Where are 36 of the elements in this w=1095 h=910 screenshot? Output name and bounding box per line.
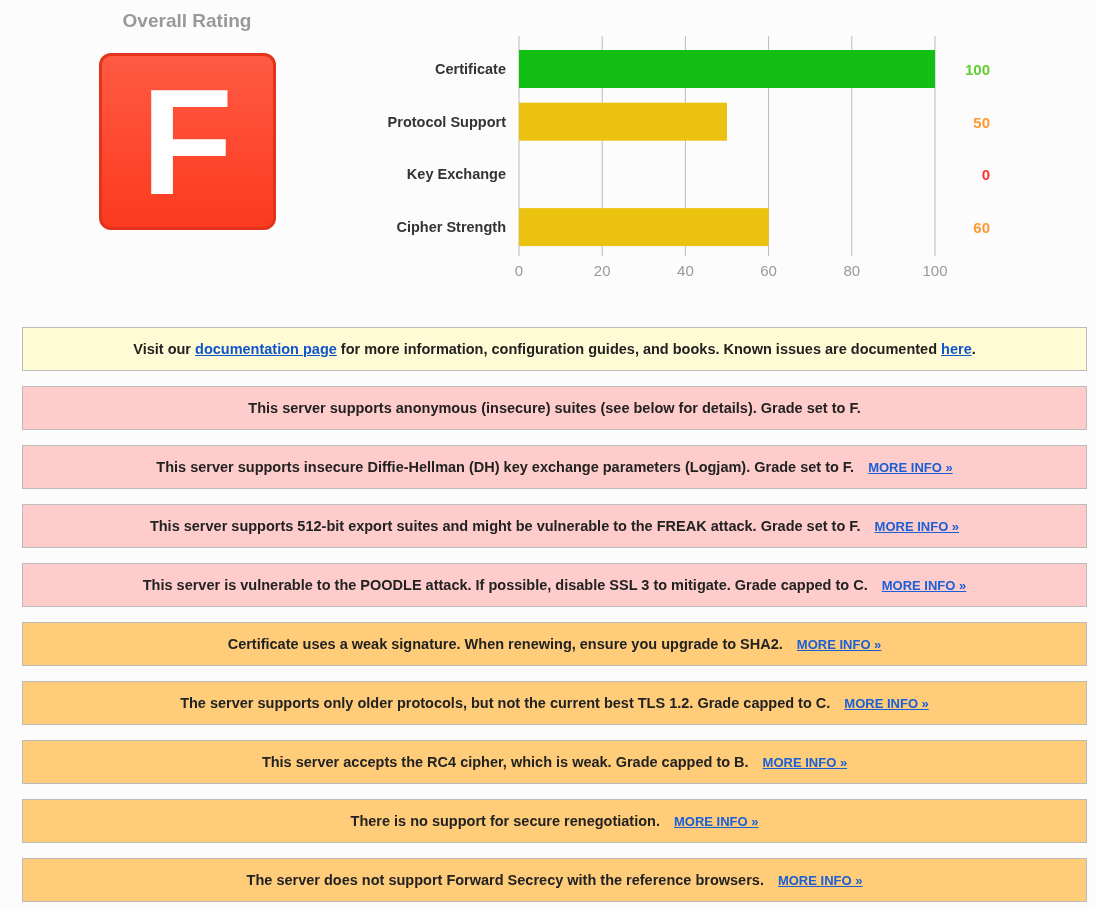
category-label: Protocol Support (387, 113, 506, 130)
more-info-link[interactable]: MORE INFO » (673, 813, 759, 829)
more-info-link[interactable]: MORE INFO » (874, 518, 960, 534)
tick-label: 60 (760, 262, 777, 279)
rating-title: Overall Rating (122, 10, 252, 32)
more-info-link[interactable]: MORE INFO » (762, 754, 848, 770)
category-label: Key Exchange (406, 166, 506, 183)
link[interactable]: documentation page (195, 341, 337, 357)
link[interactable]: here (941, 341, 972, 357)
notice-text: Certificate uses a weak signature. When renewing, ensure you upgrade to SHA2. (227, 636, 783, 652)
tick-label: 80 (843, 262, 861, 279)
score-value: 100 (964, 61, 990, 78)
grade-badge: F (98, 53, 276, 230)
score-value: 60 (973, 219, 990, 237)
score-value: 0 (981, 166, 990, 184)
more-info-link[interactable]: MORE INFO » (844, 695, 929, 711)
tick-label: 20 (593, 262, 611, 279)
score-value: 50 (973, 113, 990, 131)
more-info-link[interactable]: MORE INFO » (796, 636, 882, 652)
more-info-link[interactable]: MORE INFO » (881, 577, 967, 593)
notice-text: This server supports insecure Diffie-Hellman (DH) key exchange parameters (Logjam). Grade set to F. (156, 459, 855, 475)
notice-text: Visit our documentation page for more information, configuration guides, and books. Known issues are documented here. (133, 341, 976, 357)
notice-text: The server does not support Forward Secrecy with the reference browsers. (246, 872, 764, 888)
notice-text: The server supports only older protocols, but not the current best TLS 1.2. Grade capped to C. (180, 695, 831, 711)
more-info-link[interactable]: MORE INFO » (868, 459, 953, 475)
notice-text: This server is vulnerable to the POODLE attack. If possible, disable SSL 3 to mitigate. Grade capped to C. (142, 577, 868, 593)
more-info-link[interactable]: MORE INFO » (777, 872, 863, 888)
notice-text: There is no support for secure renegotiation. (350, 813, 660, 829)
category-label: Certificate (435, 61, 506, 77)
notice-text: This server supports anonymous (insecure) suites (see below for details). Grade set to F. (248, 400, 861, 416)
tick-label: 100 (922, 262, 948, 279)
tick-label: 40 (677, 262, 694, 279)
tick-label: 0 (514, 262, 524, 279)
notice-text: This server supports 512-bit export suites and might be vulnerable to the FREAK attack. Grade set to F. (149, 518, 861, 534)
category-label: Cipher Strength (396, 219, 506, 236)
notice-text: This server accepts the RC4 cipher, which is weak. Grade capped to B. (261, 754, 749, 770)
